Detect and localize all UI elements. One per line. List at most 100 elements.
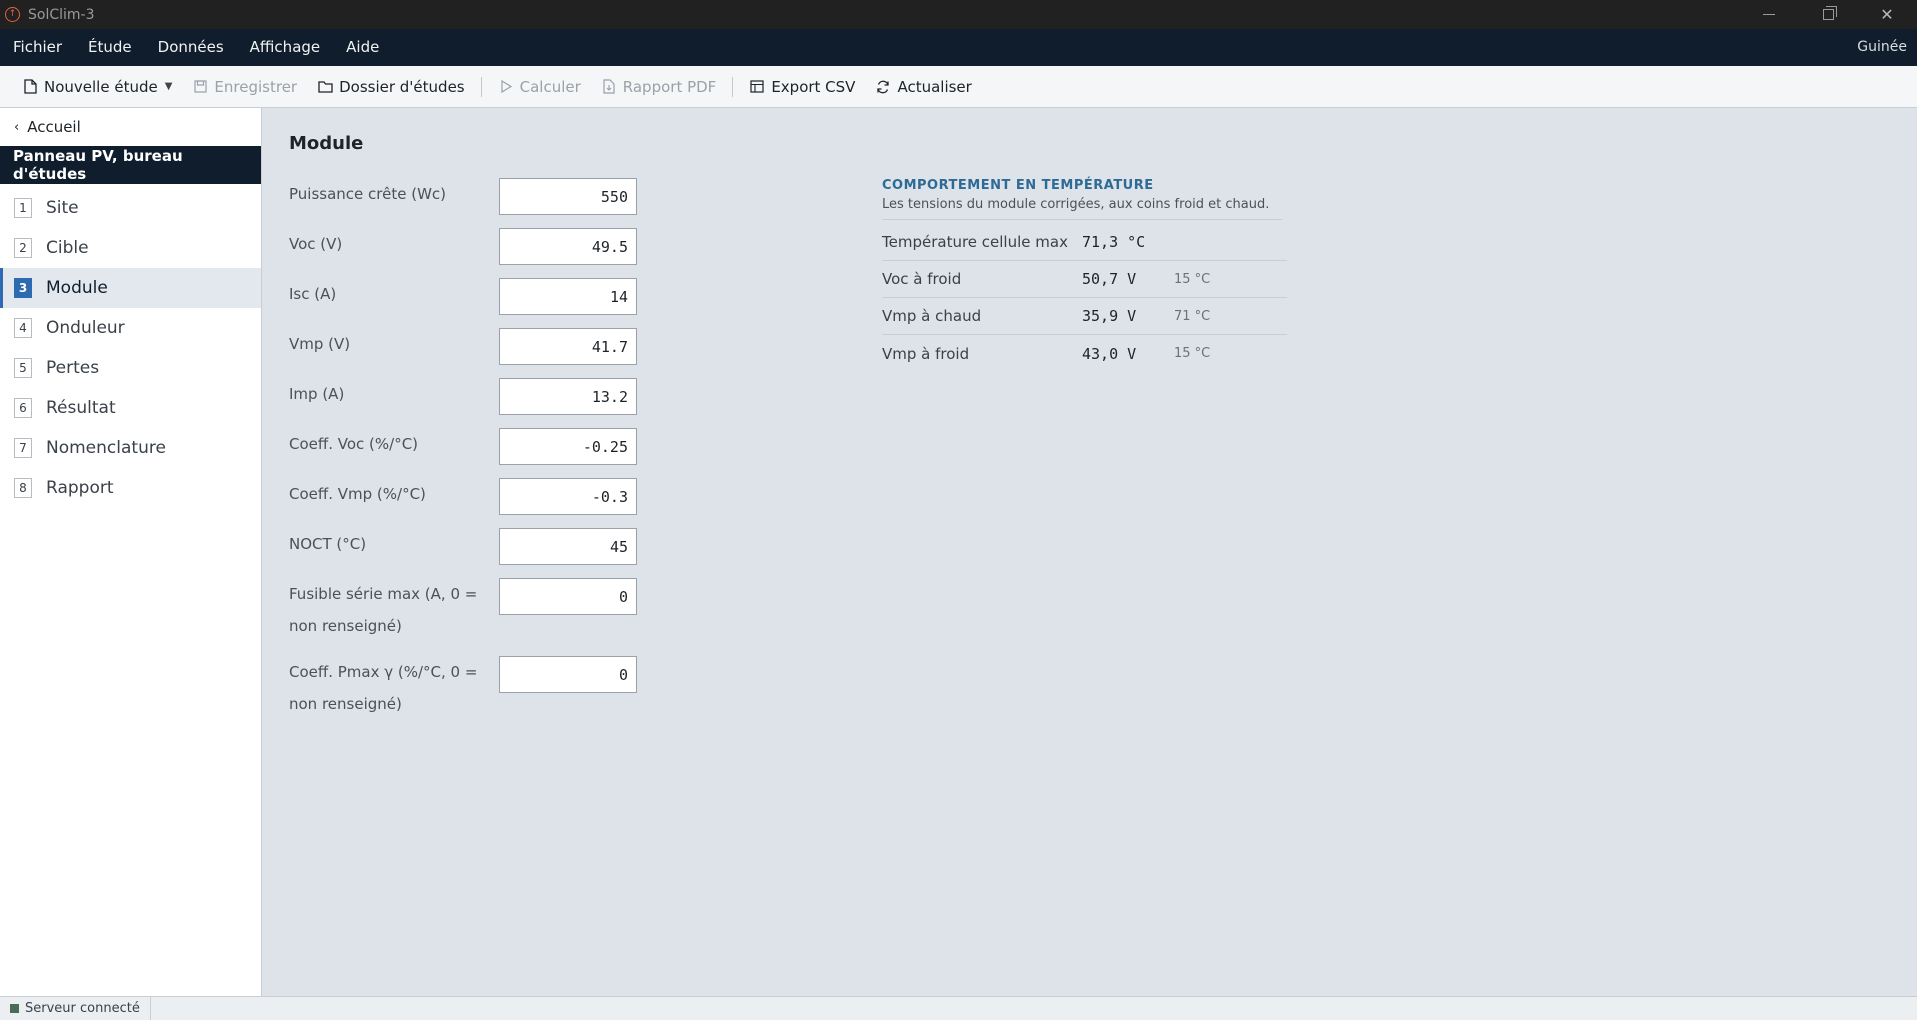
sidebar-item-cible[interactable]: 2 Cible [0,228,261,268]
title-bar: ↑ SolClim-3 ✕ [0,0,1917,29]
refresh-icon [875,79,891,95]
app-logo-icon: ↑ [5,7,20,22]
temperature-row-value: 50,7 V [1082,270,1137,288]
sidebar-item-pertes[interactable]: 5 Pertes [0,348,261,388]
step-list: 1 Site 2 Cible 3 Module 4 Onduleur 5 Per… [0,188,261,508]
step-number: 4 [14,318,32,338]
step-label: Cible [46,238,89,258]
step-label: Onduleur [46,318,125,338]
sidebar-item-onduleur[interactable]: 4 Onduleur [0,308,261,348]
temperature-row-note: 71 °C [1174,308,1211,324]
sidebar-item-rapport[interactable]: 8 Rapport [0,468,261,508]
temperature-row-value: 43,0 V [1082,344,1137,363]
chevron-left-icon: ‹ [14,119,20,135]
back-home-link[interactable]: ‹ Accueil [0,108,261,146]
form-row-max-fuse: Fusible série max (A, 0 = non renseigné) [289,578,639,656]
compute-button[interactable]: Calculer [488,66,591,108]
module-form: Puissance crête (Wc) Voc (V) Isc (A) Vmp… [289,178,639,734]
close-button[interactable]: ✕ [1859,0,1915,29]
pdf-report-button[interactable]: Rapport PDF [591,66,727,108]
field-label: Isc (A) [289,285,337,303]
export-csv-button[interactable]: Export CSV [739,66,865,108]
sidebar-item-nomenclature[interactable]: 7 Nomenclature [0,428,261,468]
step-number: 6 [14,398,32,418]
menu-bar: Fichier Étude Données Affichage Aide Gui… [0,29,1917,66]
temperature-row-value: 35,9 V [1082,307,1137,325]
menu-fichier[interactable]: Fichier [0,29,75,66]
field-label: Coeff. Voc (%/°C) [289,435,419,453]
field-label: Vmp (V) [289,335,351,353]
menu-aide[interactable]: Aide [333,29,392,66]
step-number: 1 [14,198,32,218]
export-csv-label: Export CSV [771,77,856,96]
sidebar-item-site[interactable]: 1 Site [0,188,261,228]
peak-power-input[interactable] [499,178,637,215]
refresh-button[interactable]: Actualiser [865,66,981,108]
save-icon [192,79,208,95]
temperature-heading: COMPORTEMENT EN TEMPÉRATURE [882,178,1154,193]
server-status: Serveur connecté [0,996,151,1020]
field-label: Coeff. Pmax γ (%/°C, 0 = non renseigné) [289,663,478,713]
step-label: Nomenclature [46,438,166,458]
new-study-button[interactable]: Nouvelle étude ▼ [12,66,182,108]
step-label: Site [46,198,79,218]
temperature-subtitle: Les tensions du module corrigées, aux co… [882,197,1282,220]
compute-label: Calculer [519,77,581,96]
study-folder-button[interactable]: Dossier d'études [307,66,475,108]
isc-input[interactable] [499,278,637,315]
step-label: Résultat [46,398,116,418]
step-label: Module [46,278,108,298]
temperature-table: Température cellule max 71,3 °C Voc à fr… [882,224,1287,372]
step-number: 8 [14,478,32,498]
window-title: SolClim-3 [28,6,95,23]
pdf-document-icon [601,79,617,95]
sidebar-item-resultat[interactable]: 6 Résultat [0,388,261,428]
form-row-coeff-vmp: Coeff. Vmp (%/°C) [289,478,639,528]
minimize-button[interactable] [1741,0,1797,29]
toolbar-divider [732,76,734,97]
back-home-label: Accueil [27,118,81,136]
temperature-row: Vmp à chaud 35,9 V 71 °C [882,298,1287,335]
form-row-coeff-pmax: Coeff. Pmax γ (%/°C, 0 = non renseigné) [289,656,639,734]
sidebar-item-module[interactable]: 3 Module [0,268,261,308]
menu-donnees[interactable]: Données [145,29,237,66]
step-number: 2 [14,238,32,258]
menu-etude[interactable]: Étude [75,29,145,66]
step-number: 5 [14,358,32,378]
new-document-icon [22,79,38,95]
coeff-vmp-input[interactable] [499,478,637,515]
vmp-input[interactable] [499,328,637,365]
restore-button[interactable] [1800,0,1856,29]
sidebar: ‹ Accueil Panneau PV, bureau d'études 1 … [0,108,262,996]
main-panel: Module Puissance crête (Wc) Voc (V) Isc … [262,108,1917,996]
field-label: Imp (A) [289,385,345,403]
step-label: Rapport [46,478,114,498]
temperature-row-label: Vmp à chaud [882,307,982,325]
save-button[interactable]: Enregistrer [182,66,307,108]
toolbar-divider [480,76,482,97]
toolbar: Nouvelle étude ▼ Enregistrer Dossier d'é… [0,66,1917,108]
temperature-row-value: 71,3 °C [1082,233,1146,251]
coeff-voc-input[interactable] [499,428,637,465]
coeff-pmax-input[interactable] [499,656,637,693]
minimize-icon [1763,14,1775,15]
voc-input[interactable] [499,228,637,265]
max-fuse-input[interactable] [499,578,637,615]
page-title: Module [289,133,364,154]
form-row-coeff-voc: Coeff. Voc (%/°C) [289,428,639,478]
noct-input[interactable] [499,528,637,565]
imp-input[interactable] [499,378,637,415]
form-row-noct: NOCT (°C) [289,528,639,578]
step-number: 7 [14,438,32,458]
form-row-isc: Isc (A) [289,278,639,328]
chevron-down-icon: ▼ [164,81,173,92]
region-selector[interactable]: Guinée [1857,29,1907,66]
step-number: 3 [14,278,32,298]
temperature-panel: COMPORTEMENT EN TEMPÉRATURE Les tensions… [882,178,1287,372]
field-label: Voc (V) [289,235,343,253]
menu-affichage[interactable]: Affichage [237,29,333,66]
pdf-report-label: Rapport PDF [622,77,717,96]
form-row-voc: Voc (V) [289,228,639,278]
form-row-imp: Imp (A) [289,378,639,428]
table-icon [749,79,765,95]
